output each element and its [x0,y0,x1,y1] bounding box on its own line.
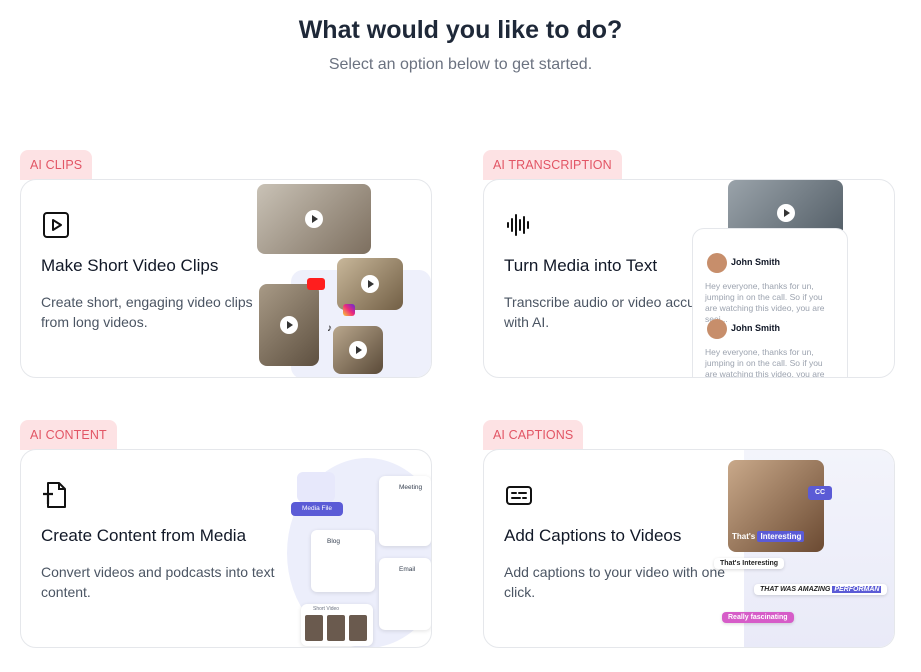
clips-illustration: ♪ [257,180,431,377]
card-title: Create Content from Media [41,526,247,545]
transcript-text: Hey everyone, thanks for un, jumping in … [705,281,825,324]
meeting-label: Meeting [399,484,423,491]
captions-icon [506,486,532,505]
speaker-name: John Smith [731,257,780,267]
tag-ai-captions: AI CAPTIONS [483,420,584,450]
document-text-icon [43,482,66,508]
email-label: Email [399,566,416,573]
video-thumbnail [333,326,383,374]
play-square-icon [43,212,69,238]
caption-overlay: That's Interesting [732,531,805,542]
avatar [707,253,727,273]
page-subtitle: Select an option below to get started. [328,56,593,73]
card-title: Turn Media into Text [504,256,658,275]
card-ai-transcription[interactable]: Turn Media into Text Transcribe audio or… [483,179,895,378]
video-thumbnail [337,258,403,310]
card-title: Add Captions to Videos [504,526,682,545]
play-icon [280,316,298,334]
caption-sample: THAT WAS AMAZING PERFORMAN [754,584,888,595]
play-icon [776,204,795,222]
blog-label: Blog [327,538,341,545]
cc-badge: CC [808,486,832,500]
video-thumbnail [257,184,371,254]
transcript-panel: John Smith Hey everyone, thanks for un, … [692,228,848,378]
youtube-icon [307,278,325,290]
captions-illustration: That's Interesting CC That's Interesting… [714,450,894,647]
audio-wave-icon [507,214,529,236]
transcription-illustration: John Smith Hey everyone, thanks for un, … [692,180,894,377]
transcript-text: Hey everyone, thanks for un, jumping in … [705,347,825,378]
caption-sample: That's Interesting [714,558,785,569]
card-description: Add captions to your video with one clic… [504,564,726,600]
page: What would you like to do? Select an opt… [0,0,921,672]
avatar [707,319,727,339]
page-title: What would you like to do? [298,16,623,44]
speaker-photo: That's Interesting [728,460,824,552]
media-file-label: Media File [291,502,343,516]
card-ai-clips[interactable]: Make Short Video Clips Create short, eng… [20,179,432,378]
content-illustration: Media File Meeting Blog Email Short Vide… [271,450,431,647]
instagram-icon [343,304,355,316]
short-video-label: Short Video [313,606,340,612]
speaker-name: John Smith [731,323,780,333]
play-icon [361,275,379,293]
play-icon [349,341,367,359]
tag-ai-transcription: AI TRANSCRIPTION [483,150,622,180]
card-description: Convert videos and podcasts into text co… [41,564,275,600]
tag-ai-content: AI CONTENT [20,420,117,450]
card-ai-content[interactable]: Create Content from Media Convert videos… [20,449,432,648]
card-ai-captions[interactable]: Add Captions to Videos Add captions to y… [483,449,895,648]
tag-ai-clips: AI CLIPS [20,150,93,180]
caption-sample: Really fascinating [722,612,794,623]
tiktok-icon: ♪ [327,323,332,334]
video-thumbnail [259,284,319,366]
card-description: Create short, engaging video clips from … [41,294,253,330]
play-icon [305,210,323,228]
card-title: Make Short Video Clips [41,256,219,275]
